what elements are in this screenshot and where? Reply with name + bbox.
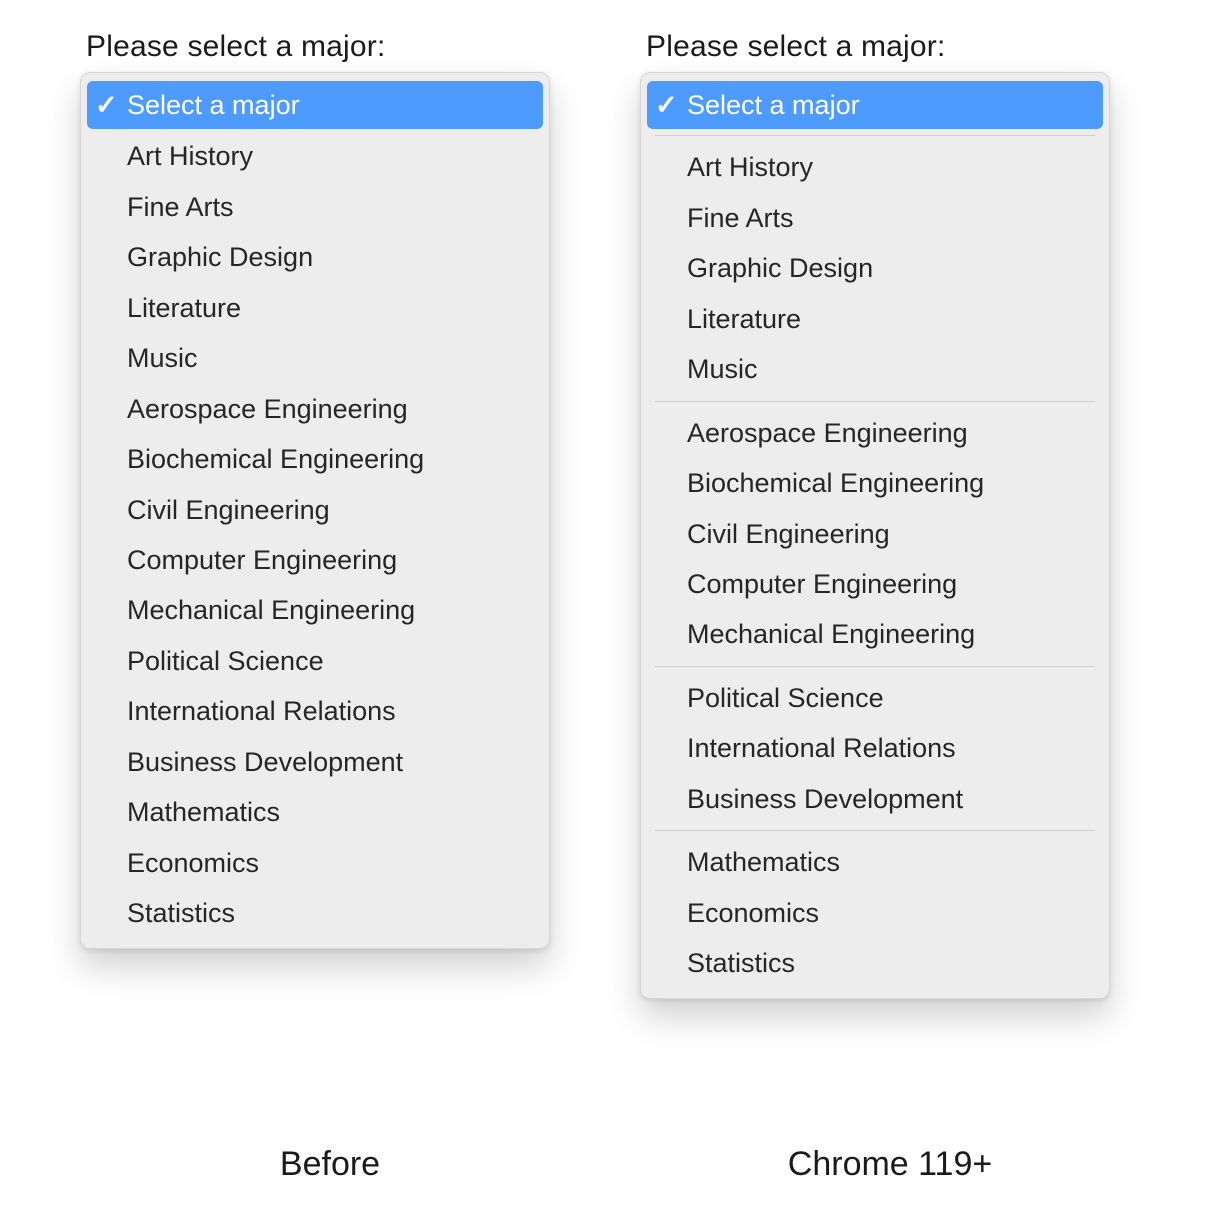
select-menu-after[interactable]: ✓Select a major Art History Fine Arts Graph…: [640, 72, 1110, 999]
option-item[interactable]: Music: [81, 333, 549, 383]
option-item[interactable]: Computer Engineering: [641, 559, 1109, 609]
option-label: Computer Engineering: [127, 542, 531, 578]
option-label: Literature: [127, 290, 531, 326]
option-label: Mathematics: [127, 794, 531, 830]
option-item[interactable]: Mechanical Engineering: [81, 585, 549, 635]
option-item[interactable]: Graphic Design: [641, 243, 1109, 293]
before-column: Please select a major: ✓Select a major Ar…: [80, 30, 580, 949]
option-item[interactable]: Statistics: [641, 938, 1109, 988]
option-item[interactable]: Mathematics: [81, 787, 549, 837]
option-label: Civil Engineering: [687, 516, 1091, 552]
option-selected[interactable]: ✓Select a major: [647, 81, 1103, 129]
option-item[interactable]: Civil Engineering: [81, 485, 549, 535]
option-label: Aerospace Engineering: [127, 391, 531, 427]
group-separator: [655, 666, 1095, 667]
check-icon: ✓: [95, 87, 127, 123]
option-item[interactable]: Literature: [81, 283, 549, 333]
option-item[interactable]: Music: [641, 344, 1109, 394]
option-item[interactable]: Mathematics: [641, 837, 1109, 887]
option-item[interactable]: Mechanical Engineering: [641, 609, 1109, 659]
option-item[interactable]: Statistics: [81, 888, 549, 938]
option-label: Fine Arts: [687, 200, 1091, 236]
option-label: Literature: [687, 301, 1091, 337]
option-label: Select a major: [127, 87, 531, 123]
option-item[interactable]: Art History: [641, 142, 1109, 192]
option-item[interactable]: Fine Arts: [81, 182, 549, 232]
group-separator: [655, 401, 1095, 402]
option-item[interactable]: Business Development: [81, 737, 549, 787]
option-label: Business Development: [687, 781, 1091, 817]
option-label: Select a major: [687, 87, 1091, 123]
option-label: Biochemical Engineering: [127, 441, 531, 477]
option-label: Mechanical Engineering: [687, 616, 1091, 652]
option-item[interactable]: Biochemical Engineering: [81, 434, 549, 484]
option-label: Economics: [127, 845, 531, 881]
option-item[interactable]: Political Science: [641, 673, 1109, 723]
option-label: Statistics: [687, 945, 1091, 981]
select-menu-before[interactable]: ✓Select a major Art History Fine Arts Graph…: [80, 72, 550, 949]
option-item[interactable]: Aerospace Engineering: [81, 384, 549, 434]
option-label: Political Science: [127, 643, 531, 679]
option-label: Art History: [687, 149, 1091, 185]
after-column: Please select a major: ✓Select a major Ar…: [640, 30, 1140, 999]
option-item[interactable]: Aerospace Engineering: [641, 408, 1109, 458]
select-label-after: Please select a major:: [646, 30, 1140, 64]
option-selected[interactable]: ✓Select a major: [87, 81, 543, 129]
option-label: Political Science: [687, 680, 1091, 716]
option-label: Art History: [127, 138, 531, 174]
option-label: International Relations: [687, 730, 1091, 766]
option-label: Civil Engineering: [127, 492, 531, 528]
option-item[interactable]: Fine Arts: [641, 193, 1109, 243]
option-label: Fine Arts: [127, 189, 531, 225]
caption-before: Before: [80, 1145, 580, 1184]
option-item[interactable]: Computer Engineering: [81, 535, 549, 585]
select-label-before: Please select a major:: [86, 30, 580, 64]
group-separator: [655, 830, 1095, 831]
option-label: Statistics: [127, 895, 531, 931]
check-icon: ✓: [655, 87, 687, 123]
option-item[interactable]: Business Development: [641, 774, 1109, 824]
option-item[interactable]: Biochemical Engineering: [641, 458, 1109, 508]
option-item[interactable]: Graphic Design: [81, 232, 549, 282]
option-label: International Relations: [127, 693, 531, 729]
option-label: Graphic Design: [687, 250, 1091, 286]
option-item[interactable]: Art History: [81, 131, 549, 181]
option-label: Biochemical Engineering: [687, 465, 1091, 501]
option-label: Computer Engineering: [687, 566, 1091, 602]
option-item[interactable]: Literature: [641, 294, 1109, 344]
option-item[interactable]: International Relations: [641, 723, 1109, 773]
option-item[interactable]: Political Science: [81, 636, 549, 686]
caption-after: Chrome 119+: [640, 1145, 1140, 1184]
option-label: Music: [127, 340, 531, 376]
option-label: Graphic Design: [127, 239, 531, 275]
option-label: Music: [687, 351, 1091, 387]
option-label: Aerospace Engineering: [687, 415, 1091, 451]
option-item[interactable]: Economics: [641, 888, 1109, 938]
option-label: Business Development: [127, 744, 531, 780]
option-item[interactable]: International Relations: [81, 686, 549, 736]
option-label: Mathematics: [687, 844, 1091, 880]
option-item[interactable]: Civil Engineering: [641, 509, 1109, 559]
group-separator: [655, 135, 1095, 136]
option-item[interactable]: Economics: [81, 838, 549, 888]
option-label: Economics: [687, 895, 1091, 931]
option-label: Mechanical Engineering: [127, 592, 531, 628]
